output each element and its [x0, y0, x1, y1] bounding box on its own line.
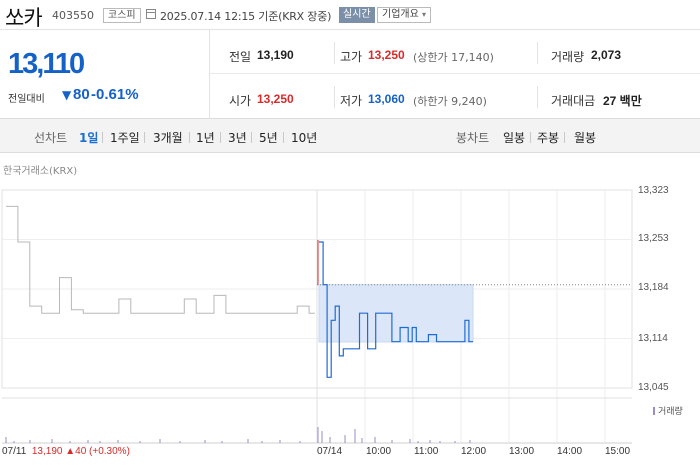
prev-day-summary: 07/11 13,190 ▲40 (+0.30%): [2, 446, 130, 457]
x-tick: 11:00: [414, 446, 439, 457]
x-tick: 07/14: [317, 446, 343, 457]
volume-legend-label: 거래량: [658, 407, 683, 417]
price-chart[interactable]: [0, 0, 700, 465]
prev-day-date: 07/11: [2, 446, 27, 457]
prev-day-rate: (+0.30%): [89, 446, 130, 457]
x-tick: 15:00: [605, 446, 631, 457]
x-tick: 10:00: [366, 446, 392, 457]
y-tick: 13,323: [638, 185, 669, 196]
y-tick: 13,184: [638, 282, 669, 293]
prev-day-price: 13,190: [31, 446, 63, 457]
volume-legend: 거래량: [653, 404, 683, 417]
prev-day-change: 40: [75, 446, 87, 457]
y-tick: 13,253: [638, 233, 669, 244]
x-tick: 13:00: [509, 446, 535, 457]
y-tick: 13,045: [638, 382, 669, 393]
y-tick: 13,114: [638, 333, 668, 344]
x-tick: 12:00: [461, 446, 487, 457]
x-tick: 14:00: [557, 446, 583, 457]
series-line-prev-day: [6, 205, 315, 314]
volume-swatch: [653, 407, 655, 415]
today-range-fill: [318, 284, 474, 343]
up-arrow-icon: ▲: [65, 446, 76, 457]
